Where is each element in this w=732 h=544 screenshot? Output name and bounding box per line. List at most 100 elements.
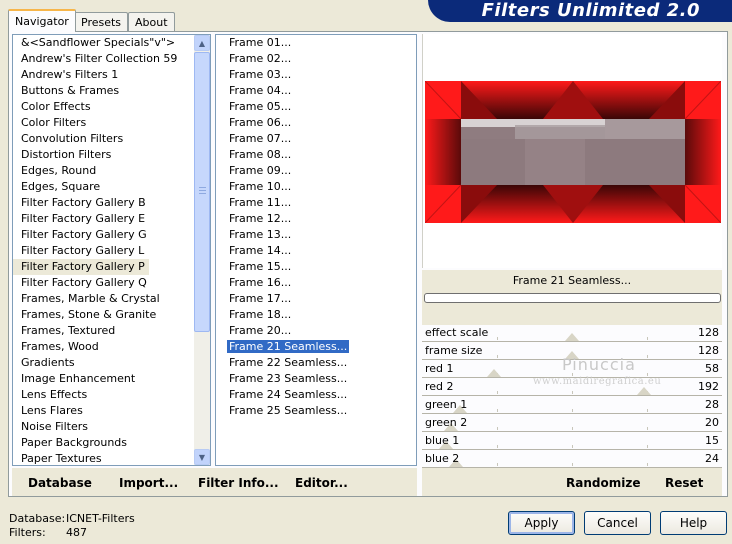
filter-item[interactable]: Frame 18... xyxy=(216,307,416,323)
slider-tick xyxy=(497,409,498,412)
category-item[interactable]: Filter Factory Gallery B xyxy=(13,195,195,211)
filter-item[interactable]: Frame 09... xyxy=(216,163,416,179)
slider-tick xyxy=(572,463,573,466)
category-item[interactable]: Lens Effects xyxy=(13,387,195,403)
left-toolbar: Database Import... Filter Info... Editor… xyxy=(12,468,417,496)
category-item[interactable]: Gradients xyxy=(13,355,195,371)
category-item[interactable]: Frames, Textured xyxy=(13,323,195,339)
tab-navigator[interactable]: Navigator xyxy=(8,9,76,32)
app-title: Filters Unlimited 2.0 xyxy=(481,0,700,21)
filter-item[interactable]: Frame 11... xyxy=(216,195,416,211)
filter-item[interactable]: Frame 04... xyxy=(216,83,416,99)
filter-item[interactable]: Frame 02... xyxy=(216,51,416,67)
slider-tick xyxy=(572,409,573,412)
category-item[interactable]: Distortion Filters xyxy=(13,147,195,163)
cancel-button[interactable]: Cancel xyxy=(584,511,651,535)
category-item[interactable]: Paper Backgrounds xyxy=(13,435,195,451)
filter-item[interactable]: Frame 16... xyxy=(216,275,416,291)
database-label: Database: xyxy=(9,512,66,525)
scroll-down-button[interactable]: ▼ xyxy=(194,449,210,465)
editor-button[interactable]: Editor... xyxy=(295,476,348,490)
filter-item[interactable]: Frame 01... xyxy=(216,35,416,51)
param-value: 192 xyxy=(698,380,719,393)
apply-button[interactable]: Apply xyxy=(508,511,575,535)
scroll-up-button[interactable]: ▲ xyxy=(194,35,210,51)
category-item[interactable]: Buttons & Frames xyxy=(13,83,195,99)
param-label: green 1 xyxy=(425,398,468,411)
category-item[interactable]: Image Enhancement xyxy=(13,371,195,387)
randomize-button[interactable]: Randomize xyxy=(566,476,640,490)
param-label: blue 1 xyxy=(425,434,460,447)
filter-info-button[interactable]: Filter Info... xyxy=(198,476,279,490)
category-item[interactable]: Color Effects xyxy=(13,99,195,115)
filter-item[interactable]: Frame 12... xyxy=(216,211,416,227)
filter-item[interactable]: Frame 23 Seamless... xyxy=(216,371,416,387)
category-item[interactable]: Andrew's Filter Collection 59 xyxy=(13,51,195,67)
tab-about[interactable]: About xyxy=(128,12,175,32)
filter-item[interactable]: Frame 17... xyxy=(216,291,416,307)
filter-item[interactable]: Frame 08... xyxy=(216,147,416,163)
parameter-sliders: effect scale 128 frame size 128 red 1 58 red 2… xyxy=(422,325,722,469)
help-button[interactable]: Help xyxy=(660,511,727,535)
import-button[interactable]: Import... xyxy=(119,476,178,490)
filter-item[interactable]: Frame 15... xyxy=(216,259,416,275)
param-row[interactable]: blue 1 15 xyxy=(422,433,722,451)
slider-thumb[interactable] xyxy=(637,387,651,395)
filter-item[interactable]: Frame 24 Seamless... xyxy=(216,387,416,403)
slider-tick xyxy=(497,355,498,358)
category-item[interactable]: Filter Factory Gallery E xyxy=(13,211,195,227)
param-value: 20 xyxy=(705,416,719,429)
filter-item[interactable]: Frame 14... xyxy=(216,243,416,259)
filter-item[interactable]: Frame 20... xyxy=(216,323,416,339)
category-item[interactable]: Filter Factory Gallery G xyxy=(13,227,195,243)
slider-tick xyxy=(497,427,498,430)
category-item[interactable]: Filter Factory Gallery L xyxy=(13,243,195,259)
filter-item[interactable]: Frame 07... xyxy=(216,131,416,147)
category-item[interactable]: Color Filters xyxy=(13,115,195,131)
category-list[interactable]: &<Sandflower Specials"v"> Andrew's Filter… xyxy=(13,35,195,465)
category-scrollbar[interactable]: ▲ ▼ xyxy=(194,35,210,465)
watermark-site: www.maidiregrafica.eu xyxy=(533,376,662,387)
slider-tick xyxy=(497,391,498,394)
filter-item[interactable]: Frame 06... xyxy=(216,115,416,131)
category-item[interactable]: Edges, Round xyxy=(13,163,195,179)
database-button[interactable]: Database xyxy=(28,476,92,490)
param-row[interactable]: blue 2 24 xyxy=(422,451,722,469)
scroll-thumb[interactable] xyxy=(194,52,210,332)
filter-item[interactable]: Frame 03... xyxy=(216,67,416,83)
tab-presets[interactable]: Presets xyxy=(74,12,129,32)
filter-item[interactable]: Frame 10... xyxy=(216,179,416,195)
category-item[interactable]: Convolution Filters xyxy=(13,131,195,147)
filter-item[interactable]: Frame 25 Seamless... xyxy=(216,403,416,419)
category-item[interactable]: Noise Filters xyxy=(13,419,195,435)
category-item[interactable]: Lens Flares xyxy=(13,403,195,419)
category-item[interactable]: Frames, Marble & Crystal xyxy=(13,291,195,307)
category-item[interactable]: Edges, Square xyxy=(13,179,195,195)
filters-label: Filters: xyxy=(9,526,46,539)
category-item[interactable]: Andrew's Filters 1 xyxy=(13,67,195,83)
category-item[interactable]: Frames, Wood xyxy=(13,339,195,355)
param-row[interactable]: green 1 28 xyxy=(422,397,722,415)
slider-thumb[interactable] xyxy=(487,369,501,377)
filter-list[interactable]: Frame 01... Frame 02... Frame 03... Frame 0… xyxy=(216,35,416,419)
category-listbox[interactable]: &<Sandflower Specials"v"> Andrew's Filter… xyxy=(12,34,211,466)
filter-item[interactable]: Frame 21 Seamless... xyxy=(216,339,416,355)
category-item[interactable]: Frames, Stone & Granite xyxy=(13,307,195,323)
slider-tick xyxy=(572,391,573,394)
param-value: 15 xyxy=(705,434,719,447)
category-item[interactable]: Filter Factory Gallery Q xyxy=(13,275,195,291)
param-row[interactable]: effect scale 128 xyxy=(422,325,722,343)
progress-bar xyxy=(424,293,721,303)
filter-item[interactable]: Frame 22 Seamless... xyxy=(216,355,416,371)
filter-listbox[interactable]: Frame 01... Frame 02... Frame 03... Frame 0… xyxy=(215,34,417,466)
category-item[interactable]: Filter Factory Gallery P xyxy=(13,259,149,275)
preview-image xyxy=(425,81,721,223)
category-item[interactable]: &<Sandflower Specials"v"> xyxy=(13,35,195,51)
param-row[interactable]: green 2 20 xyxy=(422,415,722,433)
slider-thumb[interactable] xyxy=(565,333,579,341)
category-item[interactable]: Paper Textures xyxy=(13,451,195,465)
param-label: green 2 xyxy=(425,416,468,429)
filter-item[interactable]: Frame 05... xyxy=(216,99,416,115)
reset-button[interactable]: Reset xyxy=(665,476,703,490)
filter-item[interactable]: Frame 13... xyxy=(216,227,416,243)
